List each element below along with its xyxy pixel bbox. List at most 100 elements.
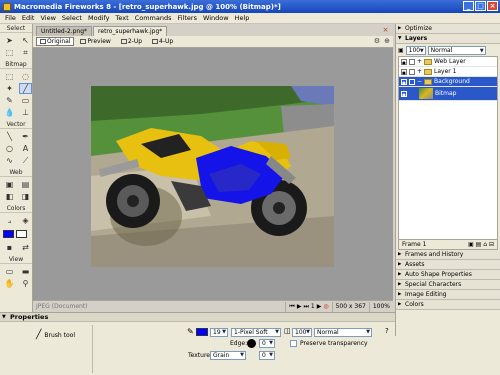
layer-mask-icon[interactable]: ▣: [398, 47, 404, 54]
preserve-transparency-checkbox[interactable]: [290, 340, 297, 347]
view-preview-button[interactable]: Preview: [76, 37, 114, 46]
visibility-icon[interactable]: ●: [401, 68, 407, 75]
doc-tab-superhawk[interactable]: retro_superhawk.jpg*: [93, 26, 168, 36]
layer-row-web[interactable]: ● + Web Layer: [399, 57, 497, 67]
lasso-tool-icon[interactable]: ◌: [19, 71, 32, 82]
maximize-button[interactable]: □: [475, 1, 486, 11]
menu-file[interactable]: File: [2, 14, 19, 22]
visibility-icon[interactable]: ●: [401, 58, 407, 65]
layer-row-layer1[interactable]: ● + Layer 1: [399, 67, 497, 77]
crop-tool-icon[interactable]: ⌗: [19, 47, 32, 58]
layer-buttons[interactable]: ▣ ▤ ⌂ ⊟: [468, 241, 494, 248]
layer-blend-select[interactable]: Normal: [427, 45, 486, 55]
pencil-tool-icon[interactable]: ✎: [3, 95, 16, 106]
hide-slices-icon[interactable]: ◧: [3, 191, 16, 202]
stroke-color-picker[interactable]: [196, 328, 208, 336]
menu-commands[interactable]: Commands: [132, 14, 175, 22]
menu-select[interactable]: Select: [59, 14, 85, 22]
stroke-color-swatch[interactable]: [3, 230, 14, 238]
hand-tool-icon[interactable]: ✋: [3, 278, 16, 289]
texture-amount-field[interactable]: 0: [259, 351, 275, 360]
scale-tool-icon[interactable]: ⬚: [3, 47, 16, 58]
image-size[interactable]: 500 x 367: [331, 301, 369, 312]
properties-panel-header[interactable]: Properties: [0, 313, 395, 322]
show-slices-icon[interactable]: ◨: [19, 191, 32, 202]
lock-icon[interactable]: [409, 58, 415, 65]
pointer-tool-icon[interactable]: ➤: [3, 35, 16, 46]
menu-text[interactable]: Text: [113, 14, 132, 22]
full-screen-icon[interactable]: ▬: [19, 266, 32, 277]
hotspot-tool-icon[interactable]: ▣: [3, 179, 16, 190]
default-colors-icon[interactable]: ▪: [3, 242, 16, 253]
menu-help[interactable]: Help: [232, 14, 253, 22]
minimize-button[interactable]: _: [463, 1, 474, 11]
image-editing-panel-header[interactable]: Image Editing: [396, 290, 500, 300]
eraser-tool-icon[interactable]: ▭: [19, 95, 32, 106]
fill-color-swatch[interactable]: [16, 230, 27, 238]
rubber-stamp-tool-icon[interactable]: ⊥: [19, 107, 32, 118]
stop-icon[interactable]: ◎: [323, 302, 328, 312]
line-tool-icon[interactable]: ╲: [3, 131, 16, 142]
slice-tool-icon[interactable]: ▤: [19, 179, 32, 190]
view-4up-button[interactable]: 4-Up: [148, 37, 177, 46]
rectangle-tool-icon[interactable]: ○: [3, 143, 16, 154]
edge-field[interactable]: 0: [259, 339, 275, 348]
blur-tool-icon[interactable]: 💧: [3, 107, 16, 118]
standard-screen-icon[interactable]: ▭: [3, 266, 16, 277]
layer-row-bitmap[interactable]: ● Bitmap: [399, 87, 497, 101]
stroke-size-field[interactable]: 19: [210, 328, 228, 337]
menu-filters[interactable]: Filters: [174, 14, 199, 22]
swap-colors-icon[interactable]: ⇄: [19, 242, 32, 253]
eyedropper-tool-icon[interactable]: ⟓: [3, 215, 16, 226]
first-frame-icon[interactable]: ⏮: [289, 302, 294, 312]
texture-select[interactable]: Grain: [210, 351, 246, 360]
layers-panel-header[interactable]: Layers: [396, 34, 500, 44]
special-characters-panel-header[interactable]: Special Characters: [396, 280, 500, 290]
view-2up-button[interactable]: 2-Up: [117, 37, 146, 46]
colors-panel-header[interactable]: Colors: [396, 300, 500, 310]
layer-row-background[interactable]: ● − Background: [399, 77, 497, 87]
tools-panel: Select ➤ ↖ ⬚ ⌗ Bitmap ⬚ ◌ ✦ ╱ ✎ ▭ 💧 ⊥ Ve…: [0, 24, 33, 336]
brush-tool-icon[interactable]: ╱: [19, 83, 32, 94]
opacity-field[interactable]: 100: [292, 328, 312, 337]
knife-tool-icon[interactable]: ⟋: [19, 155, 32, 166]
visibility-icon[interactable]: ●: [401, 78, 407, 85]
close-document-icon[interactable]: ×: [381, 26, 390, 34]
magic-wand-tool-icon[interactable]: ✦: [3, 83, 16, 94]
close-button[interactable]: ×: [487, 1, 498, 11]
menu-modify[interactable]: Modify: [85, 14, 113, 22]
assets-panel-header[interactable]: Assets: [396, 260, 500, 270]
doc-tab-untitled[interactable]: Untitled-2.png*: [36, 26, 93, 36]
auto-shape-properties-panel-header[interactable]: Auto Shape Properties: [396, 270, 500, 280]
zoom-tool-icon[interactable]: ⚲: [19, 278, 32, 289]
pen-tool-icon[interactable]: ✒: [19, 131, 32, 142]
menu-window[interactable]: Window: [200, 14, 232, 22]
canvas-area[interactable]: [33, 48, 393, 300]
optimize-panel-header[interactable]: Optimize: [396, 24, 500, 34]
zoom-level[interactable]: 100%: [368, 301, 393, 312]
freeform-tool-icon[interactable]: ∿: [3, 155, 16, 166]
quick-export-icon[interactable]: ⚙: [374, 37, 380, 45]
visibility-icon[interactable]: ●: [401, 90, 407, 97]
stroke-category-select[interactable]: 1-Pixel Soft: [231, 328, 281, 337]
paint-bucket-tool-icon[interactable]: ◈: [19, 215, 32, 226]
next-frame-icon[interactable]: ▶: [317, 302, 322, 312]
view-original-button[interactable]: Original: [36, 37, 75, 46]
text-tool-icon[interactable]: A: [19, 143, 32, 154]
play-icon[interactable]: ▶: [297, 302, 302, 312]
subselect-tool-icon[interactable]: ↖: [19, 35, 32, 46]
layer-opacity-select[interactable]: 100: [405, 45, 426, 55]
marquee-tool-icon[interactable]: ⬚: [3, 71, 16, 82]
frames-history-panel-header[interactable]: Frames and History: [396, 250, 500, 260]
menu-edit[interactable]: Edit: [19, 14, 38, 22]
app-icon: [3, 2, 11, 11]
menu-view[interactable]: View: [37, 14, 58, 22]
view-bar: Original Preview 2-Up 4-Up ⚙ ⊕: [33, 36, 393, 48]
blend-mode-select[interactable]: Normal: [314, 328, 372, 337]
preview-in-browser-icon[interactable]: ⊕: [384, 37, 390, 45]
help-icon[interactable]: ?: [385, 327, 389, 335]
motorcycle-photo[interactable]: [91, 86, 334, 267]
lock-icon[interactable]: [409, 78, 415, 85]
lock-icon[interactable]: [409, 68, 415, 75]
last-frame-icon[interactable]: ⏭: [303, 302, 308, 312]
